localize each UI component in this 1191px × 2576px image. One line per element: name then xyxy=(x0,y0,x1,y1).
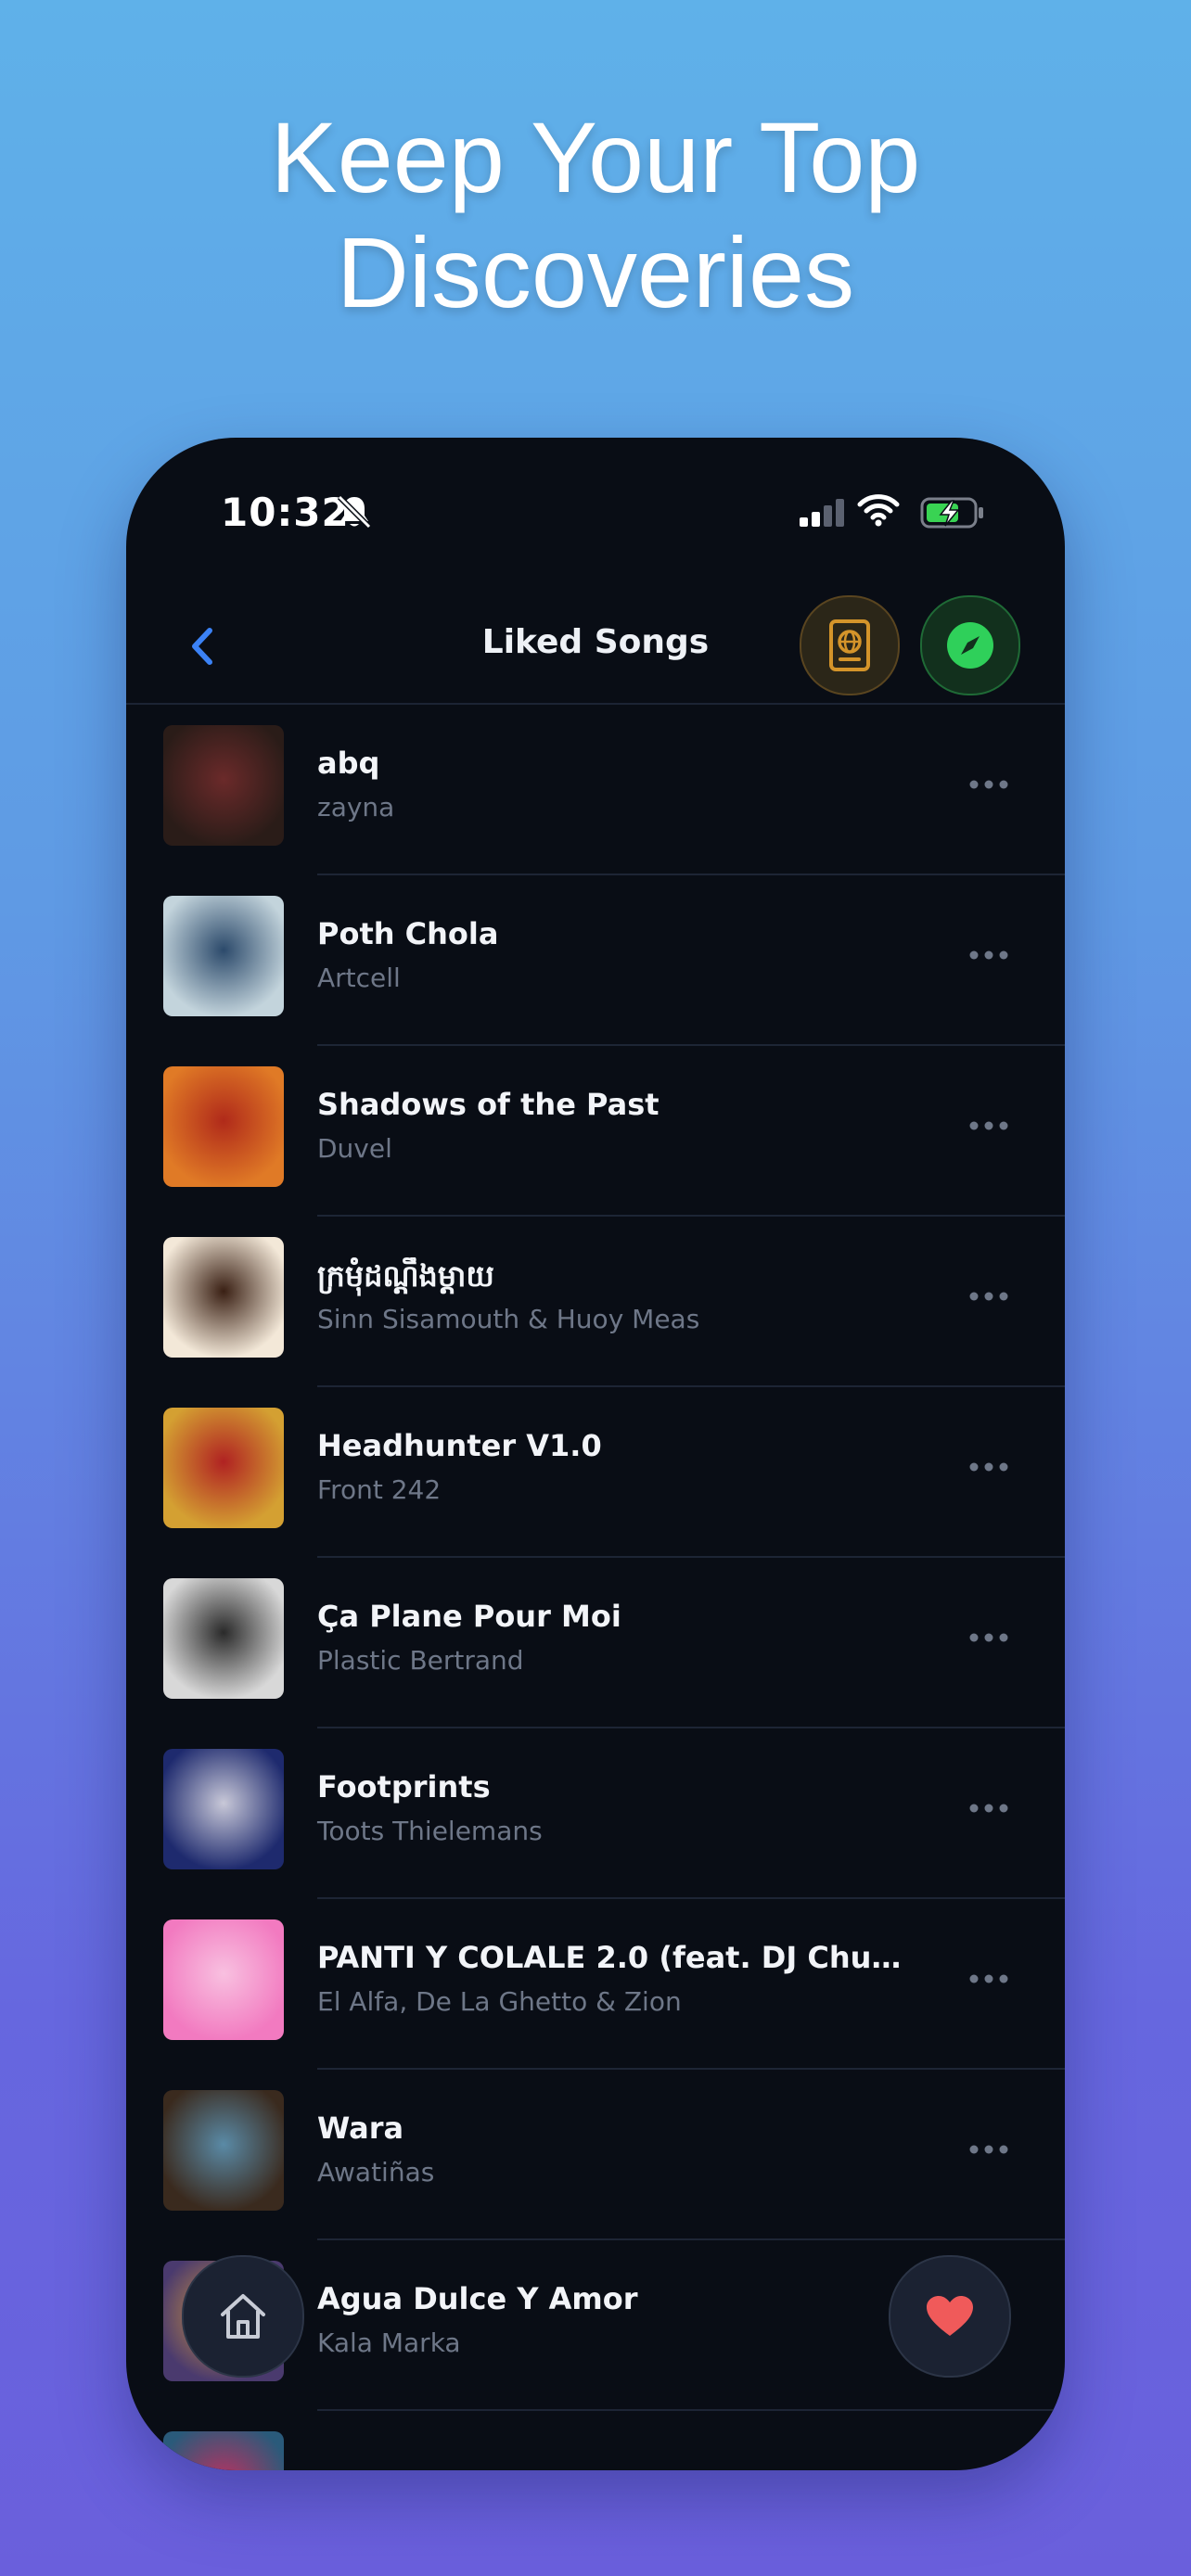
song-artist: Awatiñas xyxy=(317,2157,435,2187)
song-artist: Sinn Sisamouth & Huoy Meas xyxy=(317,1304,700,1334)
headline-line-2: Discoveries xyxy=(336,216,855,328)
passport-button[interactable] xyxy=(800,595,900,695)
home-icon xyxy=(221,2294,265,2339)
compass-icon xyxy=(947,622,993,669)
headline: Keep Your Top Discoveries xyxy=(0,100,1191,330)
more-options-icon[interactable] xyxy=(968,1971,1009,1986)
song-artist: Toots Thielemans xyxy=(317,1816,543,1846)
song-title: Ça Plane Pour Moi xyxy=(317,1599,621,1634)
more-options-icon[interactable] xyxy=(968,948,1009,963)
album-art xyxy=(163,896,284,1016)
song-artist: zayna xyxy=(317,792,395,823)
phone-screen: 10:32 Liked Songs abq zayna Poth Chola A… xyxy=(126,438,1065,2470)
home-button[interactable] xyxy=(182,2255,304,2378)
album-art xyxy=(163,1066,284,1187)
wifi-icon xyxy=(857,494,900,527)
bell-slash-icon xyxy=(337,494,372,529)
album-art xyxy=(163,1919,284,2040)
album-art xyxy=(163,2090,284,2211)
song-title: Headhunter V1.0 xyxy=(317,1428,602,1463)
more-options-icon[interactable] xyxy=(968,1630,1009,1645)
song-title: Wara xyxy=(317,2111,404,2146)
status-time: 10:32 xyxy=(221,490,350,535)
song-row[interactable]: Poth Chola Artcell xyxy=(126,875,1065,1046)
battery-charging-icon xyxy=(920,497,983,529)
discover-button[interactable] xyxy=(920,595,1020,695)
song-title: Footprints xyxy=(317,1769,491,1804)
passport-icon xyxy=(829,619,870,671)
album-art xyxy=(163,2431,284,2470)
song-artist: El Alfa, De La Ghetto & Zion xyxy=(317,1986,682,2017)
song-row[interactable]: Wara Awatiñas xyxy=(126,2070,1065,2240)
liked-button[interactable] xyxy=(889,2255,1011,2378)
song-title: ក្រមុំដណ្ដឹងម្ដាយ xyxy=(317,1258,494,1294)
song-title: PANTI Y COLALE 2.0 (feat. DJ Chulo… xyxy=(317,1940,911,1975)
more-options-icon[interactable] xyxy=(968,1460,1009,1474)
album-art xyxy=(163,1749,284,1869)
more-options-icon[interactable] xyxy=(968,1118,1009,1133)
album-art xyxy=(163,1578,284,1699)
song-artist: Duvel xyxy=(317,1133,392,1164)
cellular-signal-icon xyxy=(800,499,844,527)
headline-line-1: Keep Your Top xyxy=(270,101,921,213)
more-options-icon[interactable] xyxy=(968,777,1009,792)
song-row[interactable]: PANTI Y COLALE 2.0 (feat. DJ Chulo… El Al… xyxy=(126,1899,1065,2070)
song-row[interactable]: abq zayna xyxy=(126,705,1065,875)
album-art xyxy=(163,1408,284,1528)
song-row[interactable] xyxy=(126,2411,1065,2470)
song-artist: Plastic Bertrand xyxy=(317,1645,524,1676)
song-row[interactable]: Ça Plane Pour Moi Plastic Bertrand xyxy=(126,1558,1065,1728)
song-artist: Artcell xyxy=(317,963,401,993)
song-row[interactable]: Shadows of the Past Duvel xyxy=(126,1046,1065,1217)
album-art xyxy=(163,725,284,846)
more-options-icon[interactable] xyxy=(968,1289,1009,1304)
heart-icon xyxy=(927,2296,973,2336)
song-title: Poth Chola xyxy=(317,916,499,951)
status-bar: 10:32 xyxy=(126,438,1065,586)
song-artist: Front 242 xyxy=(317,1474,442,1505)
more-options-icon[interactable] xyxy=(968,1801,1009,1816)
song-title: Shadows of the Past xyxy=(317,1087,660,1122)
song-title: abq xyxy=(317,746,380,781)
song-list: abq zayna Poth Chola Artcell Shadows of the … xyxy=(126,705,1065,2470)
song-row[interactable]: Footprints Toots Thielemans xyxy=(126,1728,1065,1899)
song-artist: Kala Marka xyxy=(317,2327,461,2358)
song-row[interactable]: ក្រមុំដណ្ដឹងម្ដាយ Sinn Sisamouth & Huoy M… xyxy=(126,1217,1065,1387)
more-options-icon[interactable] xyxy=(968,2142,1009,2157)
song-title: Agua Dulce Y Amor xyxy=(317,2281,638,2316)
album-art xyxy=(163,1237,284,1358)
song-row[interactable]: Headhunter V1.0 Front 242 xyxy=(126,1387,1065,1558)
